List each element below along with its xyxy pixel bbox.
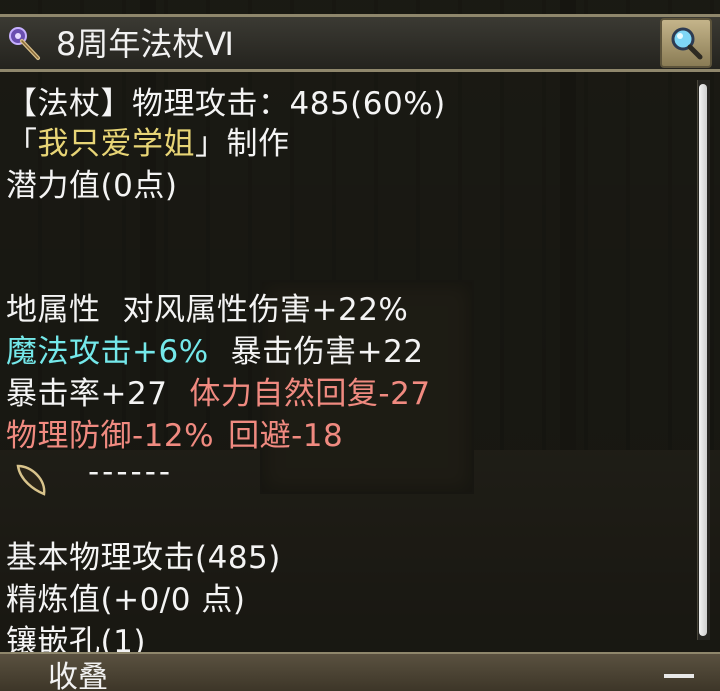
socket-count: 镶嵌孔(1): [6, 624, 146, 652]
tooltip-title-bar[interactable]: 8周年法杖Ⅵ: [0, 14, 720, 72]
stats-line-1: 魔法攻击+6% 暴击伤害+22: [6, 332, 424, 372]
stats-line-2: 暴击率+27 体力自然回复-27: [6, 374, 431, 414]
element-attribute: 地属性: [6, 292, 101, 328]
base-physical-attack: 基本物理攻击(485): [6, 540, 281, 576]
weapon-type-attack: 【法杖】物理攻击：485(60%): [6, 86, 446, 122]
scrollbar-thumb[interactable]: [699, 84, 707, 636]
maker-name: 我只爱学姐: [37, 126, 195, 162]
item-tooltip-window: 8周年法杖Ⅵ 【法杖】物理攻击：485(60%) 「我只爱学姐」制作 潜力值(0…: [0, 0, 720, 691]
phys-defense-stat: 物理防御-12%: [6, 418, 215, 454]
wand-icon: [6, 25, 42, 61]
tooltip-footer: 收叠: [0, 652, 720, 691]
maker-bracket-open: 「: [6, 126, 38, 162]
crit-rate-stat: 暴击率+27: [6, 376, 168, 412]
crit-damage-stat: 暴击伤害+22: [230, 334, 424, 370]
gem-icon[interactable]: [12, 460, 52, 500]
gem-slot-placeholder: ------: [88, 454, 174, 490]
stats-line-3: 物理防御-12% 回避-18: [6, 416, 343, 456]
minimize-icon[interactable]: [664, 674, 694, 678]
evasion-stat: 回避-18: [228, 418, 344, 454]
refine-value: 精炼值(+0/0 点): [6, 582, 246, 618]
maker-line: 「我只爱学姐」制作: [6, 124, 290, 164]
magic-attack-stat: 魔法攻击+6%: [6, 334, 209, 370]
item-name: 8周年法杖Ⅵ: [56, 25, 234, 63]
maker-bracket-close: 」制作: [195, 126, 290, 162]
tooltip-body[interactable]: 【法杖】物理攻击：485(60%) 「我只爱学姐」制作 潜力值(0点) 地属性对…: [0, 72, 694, 652]
zoom-button[interactable]: [660, 18, 712, 68]
wind-damage-bonus: 对风属性伤害+22%: [122, 292, 409, 328]
collapse-button[interactable]: 收叠: [48, 658, 108, 691]
hp-regen-stat: 体力自然回复-27: [189, 376, 431, 412]
element-line: 地属性 对风属性伤害+22%: [6, 290, 408, 330]
potential-value: 潜力值(0点): [6, 168, 178, 204]
